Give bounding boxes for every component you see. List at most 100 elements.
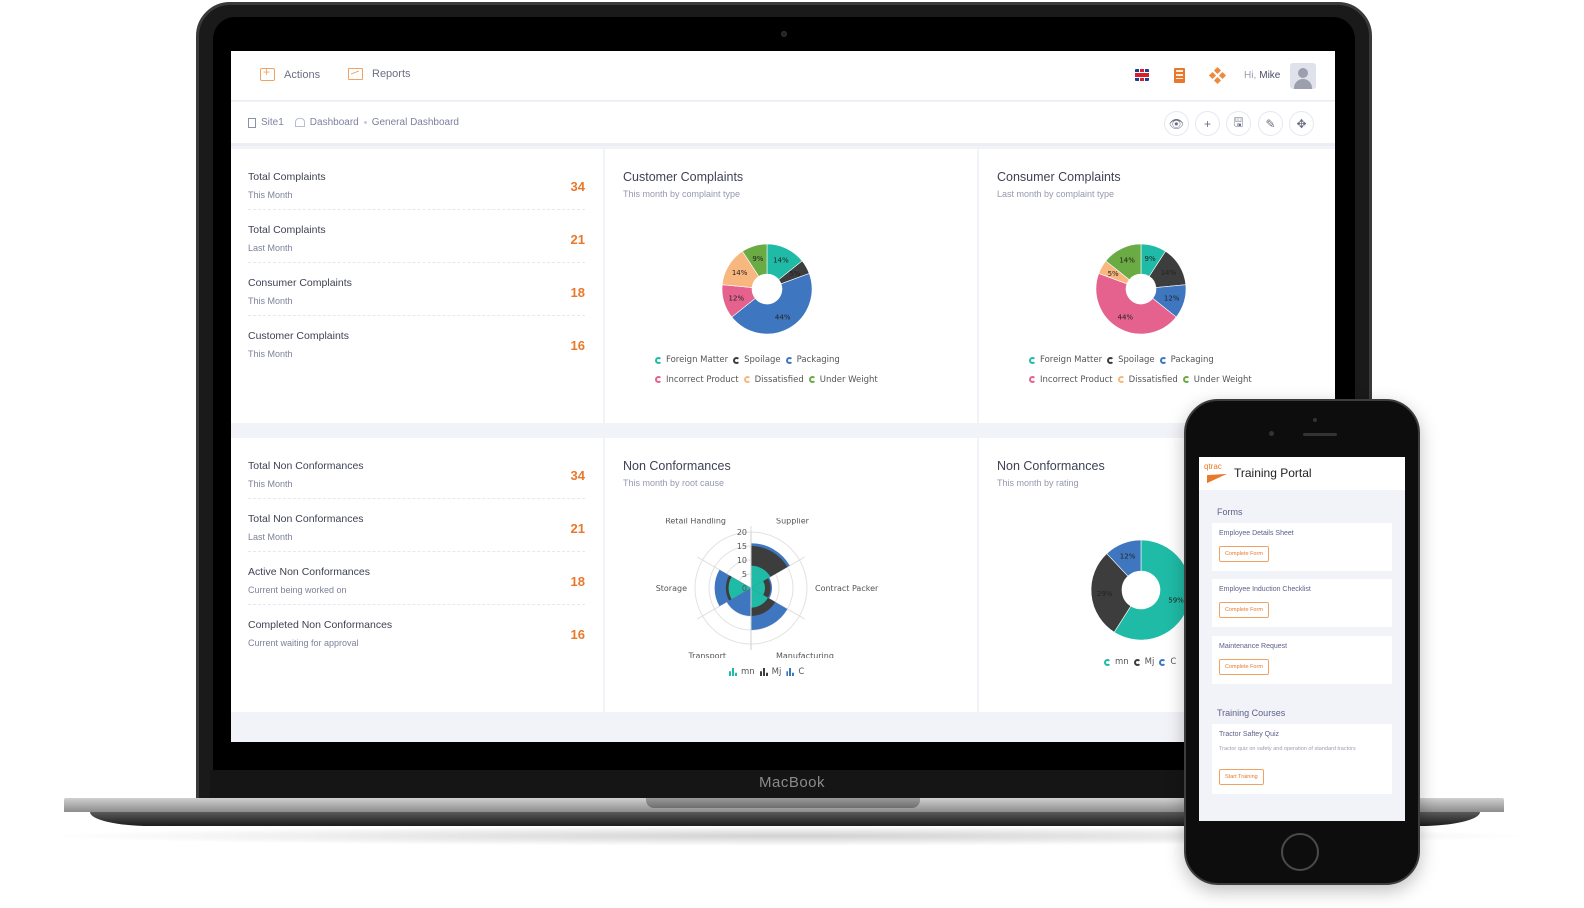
user-avatar-icon[interactable] — [1290, 63, 1316, 89]
legend-item-under-weight[interactable]: Under Weight — [1182, 371, 1252, 389]
edit-button[interactable]: ✎ — [1258, 111, 1283, 136]
pie-data-label: 14% — [1119, 257, 1135, 265]
legend-marker-icon — [1159, 658, 1167, 666]
top-bar: Actions Reports Hi,Mike — [231, 51, 1335, 101]
legend-item-spoilage[interactable]: Spoilage — [733, 351, 781, 369]
save-icon: 🖫 — [1233, 115, 1244, 129]
kpi-item[interactable]: Total Complaints Last Month 21 — [248, 210, 585, 263]
legend-item-incorrect-product[interactable]: Incorrect Product — [655, 371, 739, 389]
greeting-prefix: Hi, — [1244, 70, 1257, 81]
pie-data-label: 9% — [752, 255, 763, 263]
legend-item-spoilage[interactable]: Spoilage — [1107, 351, 1155, 369]
kpi-item[interactable]: Active Non Conformances Current being wo… — [248, 552, 585, 605]
pie-data-label: 14% — [1161, 269, 1177, 277]
kpi-title: Total Complaints — [248, 224, 326, 236]
legend-item-mj[interactable]: Mj — [1133, 657, 1154, 667]
legend-label: Under Weight — [1193, 374, 1252, 385]
legend-item-c[interactable]: C — [786, 667, 804, 677]
kpi-item[interactable]: Completed Non Conformances Current waiti… — [248, 605, 585, 658]
legend-label: Foreign Matter — [1040, 355, 1103, 365]
kpi-item[interactable]: Total Complaints This Month 34 — [248, 157, 585, 210]
legend-item-mn[interactable]: mn — [1104, 657, 1129, 667]
legend-marker-icon — [1104, 658, 1111, 666]
consumer-complaints-pie-chart: 9%14%12%44%5%14% — [1095, 243, 1187, 335]
form-card: Maintenance Request Complete Form — [1212, 636, 1392, 684]
user-greeting[interactable]: Hi, Mike — [1244, 70, 1280, 81]
legend-item-packaging[interactable]: Packaging — [785, 351, 840, 369]
kpi-value: 18 — [570, 285, 585, 300]
pie-data-label: 14% — [732, 269, 748, 277]
start-training-button[interactable]: Start Training — [1219, 769, 1264, 785]
nav-reports[interactable]: Reports — [348, 68, 411, 80]
kpi-value: 21 — [570, 521, 585, 536]
kpi-subtitle: Current waiting for approval — [248, 638, 359, 648]
legend-label: Spoilage — [744, 355, 781, 365]
customer-complaints-card: Customer Complaints This month by compla… — [605, 149, 977, 423]
legend-marker-icon — [655, 376, 662, 383]
kpi-value: 16 — [570, 338, 585, 353]
complete-form-button[interactable]: Complete Form — [1219, 602, 1269, 618]
phone-title: Training Portal — [1234, 466, 1312, 480]
legend-item-foreign-matter[interactable]: Foreign Matter — [655, 351, 728, 369]
nav-actions[interactable]: Actions — [260, 65, 320, 81]
breadcrumb-general-dashboard[interactable]: General Dashboard — [372, 117, 459, 128]
kpi-item[interactable]: Total Non Conformances Last Month 21 — [248, 499, 585, 552]
complete-form-button[interactable]: Complete Form — [1219, 546, 1269, 562]
kpi-value: 16 — [570, 627, 585, 642]
kpi-item[interactable]: Consumer Complaints This Month 18 — [248, 263, 585, 316]
dashboard-screen: Actions Reports Hi,Mike Site1 Dashboard — [231, 51, 1335, 742]
radial-tick-label: 15 — [737, 542, 747, 551]
view-button[interactable]: 👁 — [1164, 111, 1189, 136]
apps-diamond-icon[interactable] — [1208, 66, 1227, 85]
kpi-subtitle: Current being worked on — [248, 585, 347, 595]
category-label-manufacturing: Manufacturing — [776, 652, 834, 658]
radial-tick-label: 10 — [737, 556, 747, 565]
legend-item-dissatisfied[interactable]: Dissatisfied — [743, 371, 804, 389]
breadcrumb-dashboard[interactable]: Dashboard — [310, 117, 359, 128]
kpi-subtitle: This Month — [248, 349, 293, 359]
legend-label: Incorrect Product — [666, 374, 739, 385]
radial-tick-label: 20 — [737, 528, 747, 537]
move-button[interactable]: ✥ — [1289, 111, 1314, 136]
card-title: Non Conformances — [623, 459, 731, 473]
phone-home-button[interactable] — [1281, 833, 1319, 871]
legend-item-packaging[interactable]: Packaging — [1159, 351, 1214, 369]
legend-item-c[interactable]: C — [1159, 657, 1176, 667]
user-name: Mike — [1259, 70, 1281, 81]
training-courses-heading: Training Courses — [1217, 708, 1286, 718]
kpi-subtitle: This Month — [248, 479, 293, 489]
pie-data-label: 5% — [1108, 270, 1119, 278]
legend-item-mn[interactable]: mn — [729, 667, 755, 677]
breadcrumb-site[interactable]: Site1 — [261, 117, 284, 128]
course-title: Tractor Saftey Quiz — [1219, 731, 1280, 738]
laptop-camera — [781, 31, 787, 37]
legend-marker-icon — [1182, 376, 1190, 383]
presentation-chart-icon — [348, 68, 363, 80]
complete-form-button[interactable]: Complete Form — [1219, 659, 1269, 675]
legend-marker-icon — [808, 376, 816, 383]
kpi-item[interactable]: Total Non Conformances This Month 34 — [248, 446, 585, 499]
legend-item-incorrect-product[interactable]: Incorrect Product — [1029, 371, 1113, 389]
nc-root-cause-polar-chart: 0 5 10 15 20 Supplier Contract Packer Manufactu… — [656, 518, 879, 658]
kpi-item[interactable]: Customer Complaints This Month 16 — [248, 316, 585, 369]
legend-marker-icon — [1117, 376, 1125, 383]
kpi-title: Customer Complaints — [248, 330, 349, 342]
chart-legend: Foreign Matter Spoilage Packaging Incorrect… — [655, 351, 915, 390]
building-icon[interactable] — [1174, 68, 1185, 83]
legend-item-mj[interactable]: Mj — [759, 667, 781, 677]
course-card: Tractor Saftey Quiz Tractor quiz on safe… — [1212, 724, 1392, 794]
pie-data-label: 59% — [1168, 597, 1184, 605]
pie-data-label: 5% — [789, 270, 800, 278]
nc-kpi-panel: Total Non Conformances This Month 34 Tot… — [231, 438, 603, 712]
pie-data-label: 12% — [1120, 553, 1136, 561]
legend-marker-icon — [1159, 356, 1167, 364]
save-button[interactable]: 🖫 — [1226, 111, 1251, 136]
legend-marker-icon — [1029, 356, 1036, 364]
uk-flag-icon[interactable] — [1135, 69, 1149, 81]
add-button[interactable]: + — [1195, 111, 1220, 136]
legend-item-under-weight[interactable]: Under Weight — [808, 371, 878, 389]
phone-screen: qtrac Training Portal Forms Employee Det… — [1199, 457, 1405, 821]
legend-item-dissatisfied[interactable]: Dissatisfied — [1117, 371, 1178, 389]
qtrac-logo: qtrac — [1204, 463, 1228, 483]
legend-item-foreign-matter[interactable]: Foreign Matter — [1029, 351, 1102, 369]
